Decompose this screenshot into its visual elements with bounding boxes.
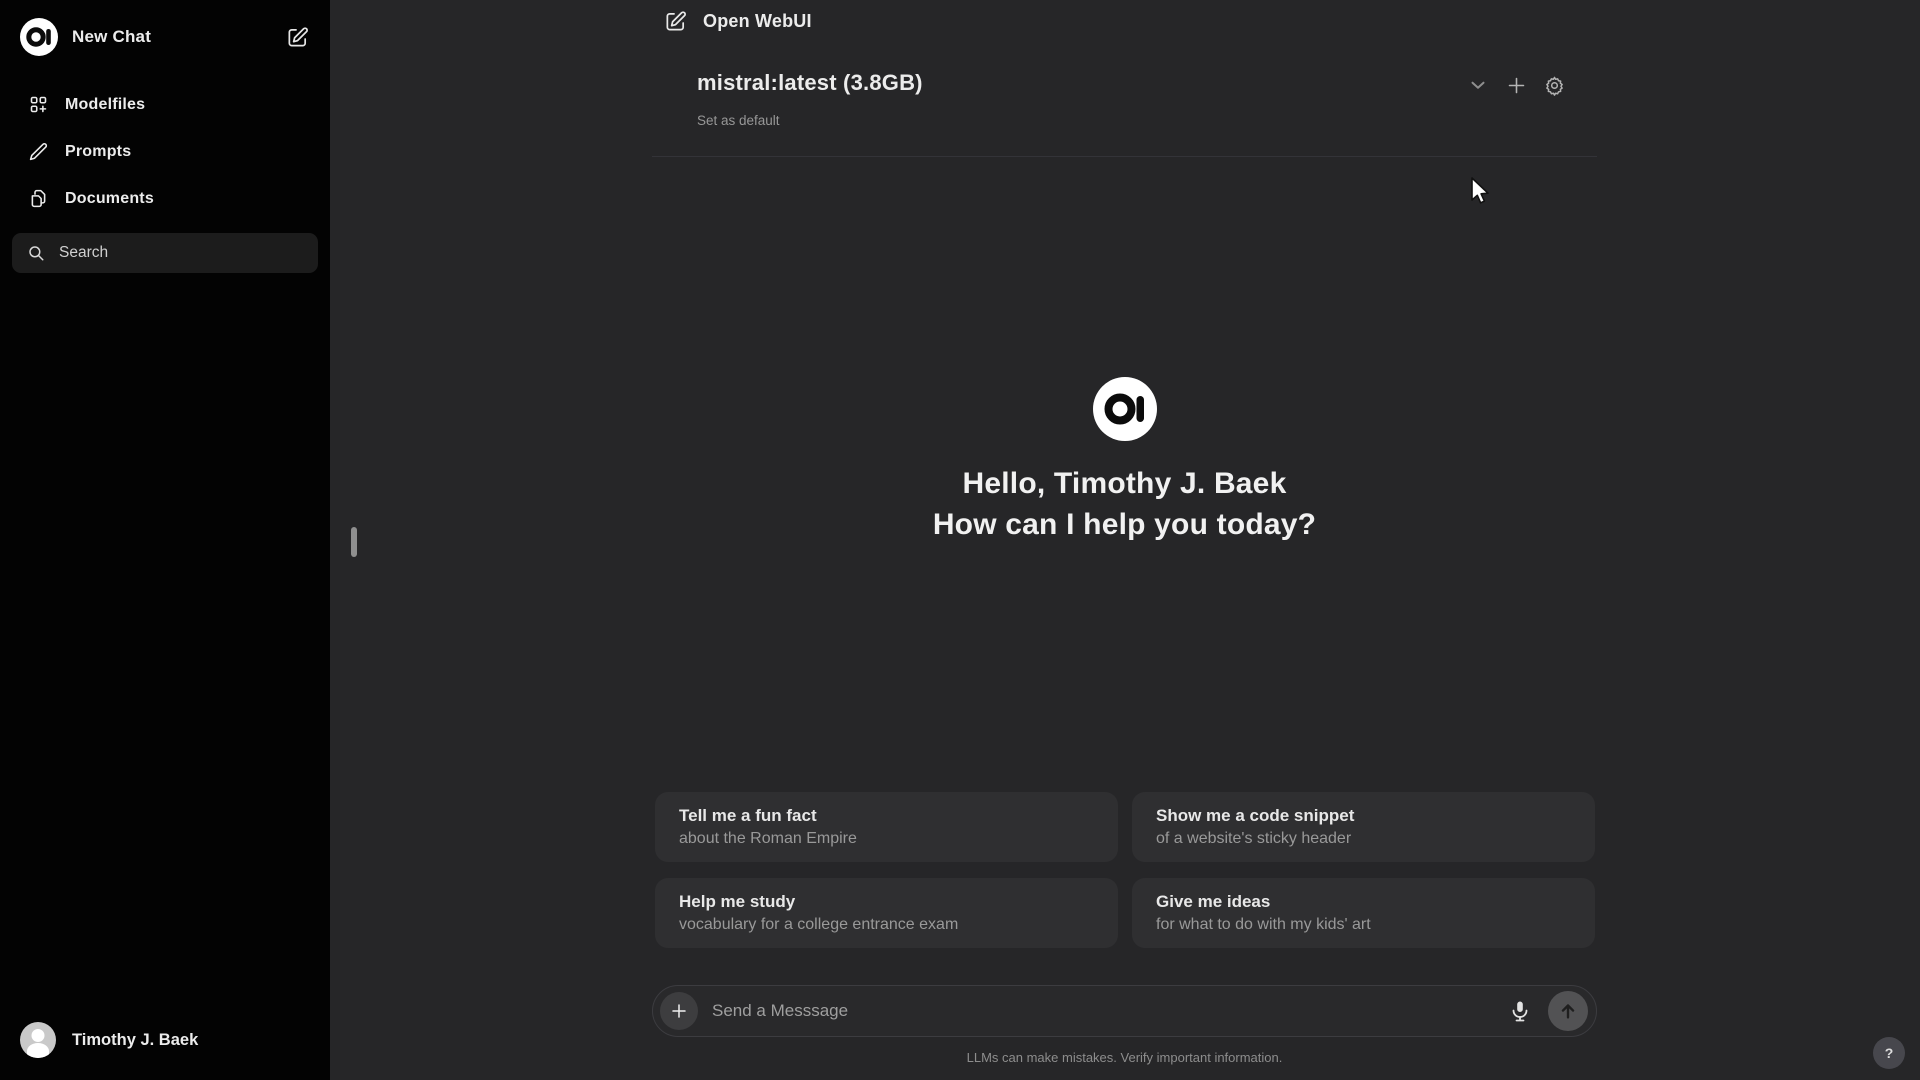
voice-input-button[interactable] [1506,997,1534,1025]
user-name: Timothy J. Baek [72,1030,199,1049]
sidebar-item-label: Prompts [65,142,132,160]
help-button[interactable]: ? [1873,1037,1905,1069]
modelfiles-icon [30,96,47,113]
microphone-icon [1512,1001,1528,1022]
app-logo-icon [20,18,58,56]
hero: Hello, Timothy J. Baek How can I help yo… [652,377,1597,545]
suggestion-grid: Tell me a fun fact about the Roman Empir… [655,792,1595,948]
sidebar-item-prompts[interactable]: Prompts [12,133,318,170]
pencil-icon [29,143,48,161]
search-icon [29,246,44,261]
suggestion-subtitle: about the Roman Empire [679,830,857,847]
suggestion-title: Help me study [679,892,796,911]
documents-icon [31,189,46,208]
suggestion-card[interactable]: Help me study vocabulary for a college e… [655,878,1118,948]
avatar [20,1022,56,1058]
send-arrow-icon [1561,1004,1575,1019]
attach-button[interactable] [660,992,698,1030]
new-chat-header-icon[interactable] [664,10,687,33]
set-as-default-button[interactable]: Set as default [697,113,780,128]
suggestion-title: Tell me a fun fact [679,806,817,825]
message-composer [652,985,1597,1037]
model-selector-actions [1467,74,1565,96]
model-selector-name[interactable]: mistral:latest (3.8GB) [697,70,923,96]
suggestion-card[interactable]: Tell me a fun fact about the Roman Empir… [655,792,1118,862]
suggestion-title: Show me a code snippet [1156,806,1355,825]
main-header: Open WebUI [664,10,812,33]
suggestion-card[interactable]: Show me a code snippet of a website's st… [1132,792,1595,862]
greeting-line2: How can I help you today? [932,508,1317,541]
sidebar-item-label: Modelfiles [65,95,146,113]
search-input[interactable]: Search [12,233,318,273]
message-input[interactable] [712,1001,1492,1021]
add-model-button[interactable] [1505,74,1527,96]
suggestion-subtitle: vocabulary for a college entrance exam [679,916,959,933]
plus-icon [672,1004,686,1018]
suggestion-subtitle: of a website's sticky header [1156,830,1352,847]
suggestion-subtitle: for what to do with my kids' art [1156,916,1371,933]
greeting-line1: Hello, Timothy J. Baek [962,467,1287,500]
sidebar: New Chat Modelfiles Prompts Documents Se… [0,0,330,1080]
main-area: Open WebUI mistral:latest (3.8GB) Set as… [330,0,1920,1080]
sidebar-item-modelfiles[interactable]: Modelfiles [12,86,318,123]
sidebar-nav: Modelfiles Prompts Documents [12,86,318,217]
user-menu-button[interactable]: Timothy J. Baek [12,1014,318,1066]
search-label: Search [59,244,109,261]
send-button[interactable] [1548,991,1588,1031]
new-chat-button[interactable]: New Chat [12,14,318,60]
sidebar-resize-handle[interactable] [351,527,357,557]
suggestion-card[interactable]: Give me ideas for what to do with my kid… [1132,878,1595,948]
new-chat-label: New Chat [72,27,152,46]
content-column: Open WebUI mistral:latest (3.8GB) Set as… [652,0,1597,1080]
sidebar-item-documents[interactable]: Documents [12,180,318,217]
sidebar-item-label: Documents [65,189,154,207]
app-logo-large-icon [1092,377,1157,441]
disclaimer-text: LLMs can make mistakes. Verify important… [966,1050,1283,1065]
new-chat-edit-icon[interactable] [284,24,310,50]
suggestion-title: Give me ideas [1156,892,1271,911]
model-selector: mistral:latest (3.8GB) Set as default [652,70,1597,157]
gear-icon[interactable] [1543,74,1565,96]
page-title: Open WebUI [703,11,812,31]
chevron-down-icon[interactable] [1467,74,1489,96]
